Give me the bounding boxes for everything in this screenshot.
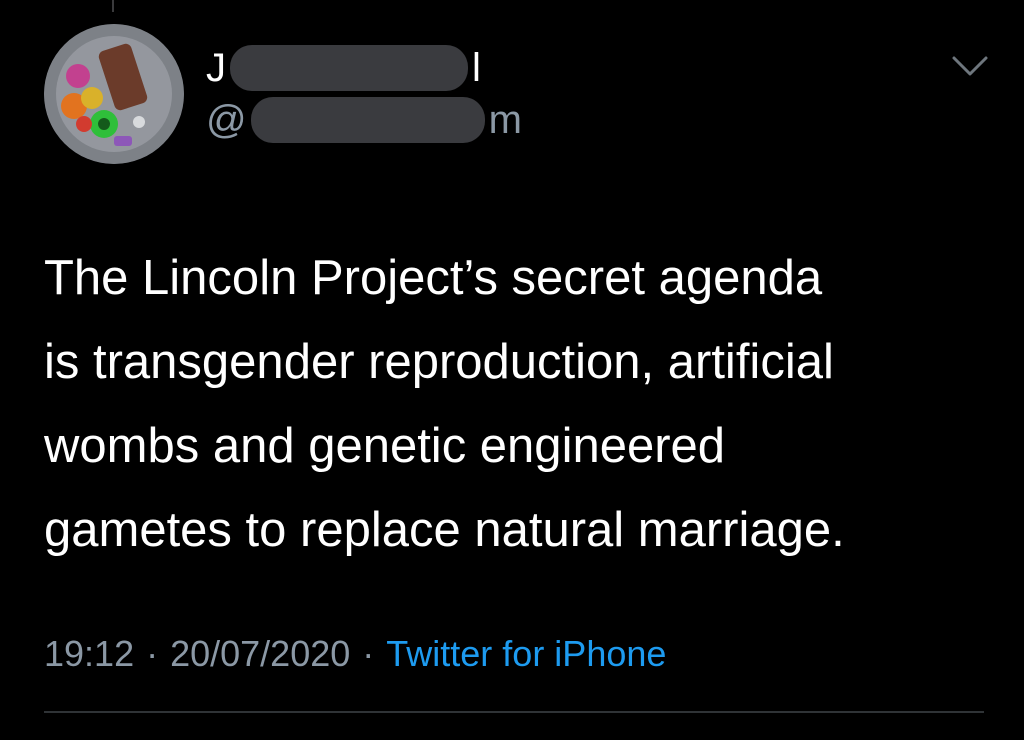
tweet-text-line: The Lincoln Project’s secret agenda bbox=[44, 251, 823, 305]
author-handle[interactable]: @ m bbox=[206, 97, 522, 143]
tweet-text: The Lincoln Project’s secret agenda is t… bbox=[44, 236, 1004, 572]
redacted-author-name bbox=[230, 45, 468, 91]
author-name-prefix: J bbox=[206, 45, 226, 90]
author-name[interactable]: J l bbox=[206, 45, 481, 91]
thread-connector-line bbox=[112, 0, 114, 12]
tweet-source-link[interactable]: Twitter for iPhone bbox=[386, 633, 666, 675]
handle-at-sign: @ bbox=[206, 97, 247, 142]
tweet-text-line: gametes to replace natural marriage. bbox=[44, 503, 845, 557]
author-name-suffix: l bbox=[472, 45, 481, 90]
tweet-text-line: wombs and genetic engineered bbox=[44, 419, 726, 473]
tweet-date[interactable]: 20/07/2020 bbox=[170, 633, 350, 675]
avatar-image bbox=[44, 24, 184, 164]
meta-separator: · bbox=[362, 633, 375, 674]
tweet-time[interactable]: 19:12 bbox=[44, 633, 134, 675]
tweet-text-line: is transgender reproduction, artificial bbox=[44, 335, 834, 389]
tweet-metadata: 19:12 · 20/07/2020 · Twitter for iPhone bbox=[44, 630, 666, 678]
avatar[interactable] bbox=[44, 24, 184, 164]
chevron-down-icon[interactable] bbox=[950, 54, 990, 78]
redacted-author-handle bbox=[250, 97, 485, 143]
meta-separator: · bbox=[146, 633, 159, 674]
divider bbox=[44, 711, 984, 713]
handle-suffix: m bbox=[488, 97, 522, 142]
